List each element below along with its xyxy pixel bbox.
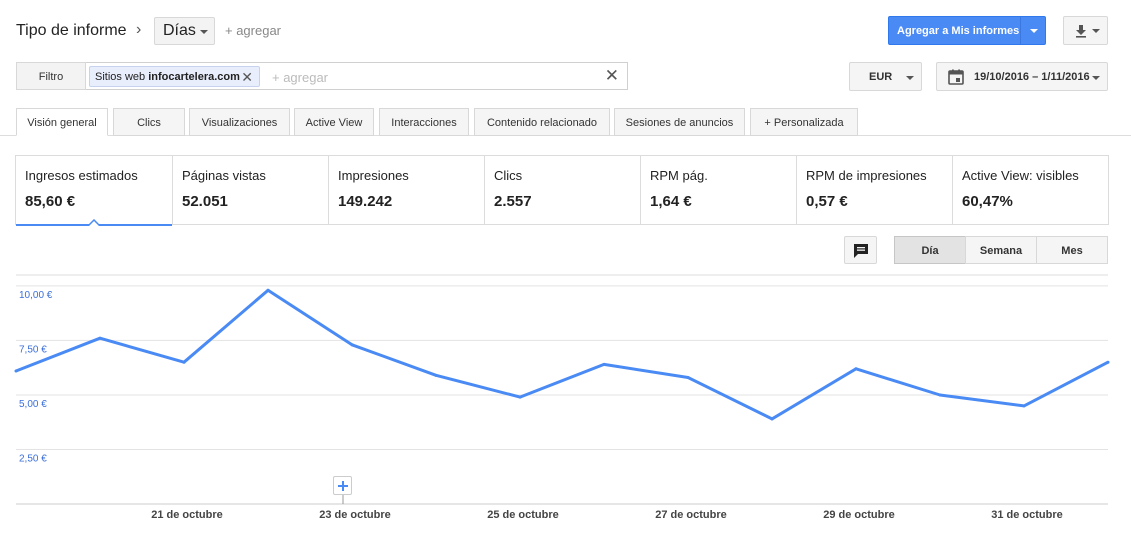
tab-contenido-relacionado[interactable]: Contenido relacionado	[474, 108, 610, 136]
x-tick-label: 27 de octubre	[655, 509, 727, 521]
x-tick-label: 25 de octubre	[487, 509, 559, 521]
y-tick-label: 2,50 €	[19, 453, 47, 464]
annotation-button[interactable]	[844, 236, 877, 264]
metric-value: 1,64 €	[650, 193, 692, 210]
granularity-value: Días	[163, 22, 196, 39]
x-tick-label: 23 de octubre	[319, 509, 391, 521]
data-point[interactable]	[434, 373, 438, 377]
data-point[interactable]	[350, 343, 354, 347]
filter-chip[interactable]: Sitios web infocartelera.com ✕	[89, 66, 260, 87]
clear-filter-icon[interactable]: ✕	[605, 66, 619, 86]
x-tick-label: 21 de octubre	[151, 509, 223, 521]
metric-rpm-impresiones[interactable]: RPM de impresiones 0,57 €	[796, 156, 952, 224]
data-point[interactable]	[518, 395, 522, 399]
metric-value: 0,57 €	[806, 193, 848, 210]
y-tick-label: 7,50 €	[19, 344, 47, 355]
metric-value: 149.242	[338, 193, 393, 210]
metric-label: Ingresos estimados	[25, 168, 138, 183]
metric-label: Impresiones	[338, 168, 409, 183]
data-point[interactable]	[1106, 360, 1110, 364]
top-bar: Tipo de informe › Días + agregar Agregar…	[0, 0, 1131, 60]
data-point[interactable]	[854, 367, 858, 371]
close-icon[interactable]: ✕	[241, 69, 253, 86]
chevron-right-icon: ›	[136, 21, 142, 38]
data-point[interactable]	[14, 369, 18, 373]
add-to-my-reports-label: Agregar a Mis informes	[897, 25, 1020, 37]
tab-personalizada[interactable]: + Personalizada	[750, 108, 858, 136]
x-tick-label: 29 de octubre	[823, 509, 895, 521]
data-point[interactable]	[602, 362, 606, 366]
add-annotation-button[interactable]	[333, 476, 352, 495]
metric-value: 85,60 €	[25, 193, 76, 210]
filter-chip-value: infocartelera.com	[148, 71, 240, 83]
revenue-line-chart: 10,00 € 7,50 € 5,00 € 2,50 € 21 de octubre 23…	[14, 274, 1110, 521]
metric-ingresos-estimados[interactable]: Ingresos estimados 85,60 €	[16, 156, 172, 226]
tab-vision-general[interactable]: Visión general	[16, 108, 108, 136]
chevron-down-icon	[1092, 29, 1100, 33]
tab-clics[interactable]: Clics	[113, 108, 185, 136]
granularity-dropdown[interactable]: Días	[154, 17, 215, 45]
tab-sesiones-de-anuncios[interactable]: Sesiones de anuncios	[614, 108, 745, 136]
filter-button[interactable]: Filtro	[16, 62, 86, 90]
metric-label: RPM de impresiones	[806, 168, 927, 183]
metric-label: RPM pág.	[650, 168, 708, 183]
metric-impresiones[interactable]: Impresiones 149.242	[328, 156, 484, 224]
data-point[interactable]	[938, 393, 942, 397]
x-tick-label: 31 de octubre	[991, 509, 1063, 521]
date-range-picker[interactable]: 19/10/2016 – 1/11/2016	[936, 62, 1108, 91]
chevron-down-icon	[200, 30, 208, 34]
period-month-button[interactable]: Mes	[1036, 236, 1108, 264]
chevron-down-icon	[1092, 76, 1100, 80]
data-point[interactable]	[1022, 404, 1026, 408]
add-to-my-reports-button[interactable]: Agregar a Mis informes	[888, 16, 1046, 45]
metric-label: Active View: visibles	[962, 168, 1079, 183]
chevron-down-icon	[906, 76, 914, 80]
chevron-down-icon[interactable]	[1030, 29, 1038, 33]
metric-label: Páginas vistas	[182, 168, 266, 183]
metric-rpm-pag[interactable]: RPM pág. 1,64 €	[640, 156, 796, 224]
comment-icon	[854, 244, 868, 258]
tab-interacciones[interactable]: Interacciones	[379, 108, 469, 136]
filter-chip-prefix: Sitios web	[95, 71, 146, 83]
currency-value: EUR	[869, 71, 893, 83]
tab-active-view[interactable]: Active View	[294, 108, 374, 136]
filter-input[interactable]: Sitios web infocartelera.com ✕ + agregar…	[86, 62, 628, 90]
selected-pointer-icon	[88, 219, 100, 226]
add-dimension-link[interactable]: + agregar	[225, 23, 281, 38]
report-type-label: Tipo de informe	[16, 22, 127, 39]
tab-visualizaciones[interactable]: Visualizaciones	[189, 108, 290, 136]
data-point[interactable]	[98, 336, 102, 340]
metric-active-view-visibles[interactable]: Active View: visibles 60,47%	[952, 156, 1108, 224]
button-divider	[1020, 17, 1021, 44]
metric-value: 52.051	[182, 193, 228, 210]
y-tick-label: 5,00 €	[19, 399, 47, 410]
metric-label: Clics	[494, 168, 523, 183]
metric-clics[interactable]: Clics 2.557	[484, 156, 640, 224]
metric-value: 2.557	[494, 193, 532, 210]
data-point[interactable]	[266, 288, 270, 292]
data-point[interactable]	[686, 376, 690, 380]
data-point[interactable]	[770, 417, 774, 421]
currency-dropdown[interactable]: EUR	[849, 62, 922, 91]
metric-value: 60,47%	[962, 193, 1013, 210]
plus-icon	[338, 481, 348, 491]
add-filter-placeholder[interactable]: + agregar	[272, 70, 328, 85]
y-tick-label: 10,00 €	[19, 290, 53, 301]
data-point[interactable]	[182, 360, 186, 364]
calendar-icon	[948, 69, 964, 85]
download-icon	[1076, 25, 1086, 38]
period-day-button[interactable]: Día	[894, 236, 966, 264]
metrics-scorecard: Ingresos estimados 85,60 € Páginas vista…	[15, 155, 1109, 226]
period-week-button[interactable]: Semana	[965, 236, 1037, 264]
date-range-value: 19/10/2016 – 1/11/2016	[974, 71, 1090, 83]
series-line	[15, 288, 1109, 421]
metric-paginas-vistas[interactable]: Páginas vistas 52.051	[172, 156, 328, 224]
download-button[interactable]	[1063, 16, 1108, 45]
